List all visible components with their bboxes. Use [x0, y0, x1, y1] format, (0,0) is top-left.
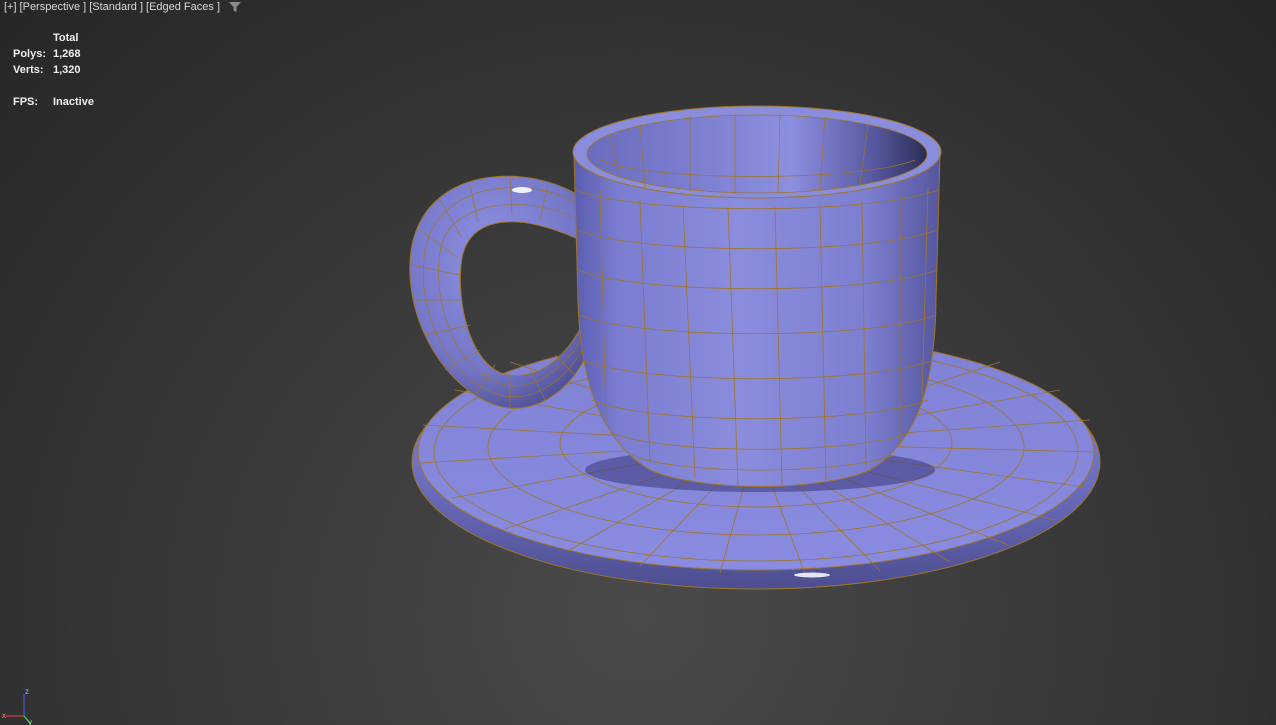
- cup-rim-mesh[interactable]: [572, 105, 942, 199]
- viewport-canvas[interactable]: [0, 0, 1276, 725]
- axis-x-label: x: [2, 711, 6, 720]
- cup-handle-mesh[interactable]: [409, 175, 591, 409]
- axis-z-label: z: [25, 687, 29, 696]
- cup-body-mesh[interactable]: [573, 154, 941, 487]
- axis-tripod-gizmo: z x y: [2, 687, 32, 725]
- axis-y-label: y: [28, 718, 32, 725]
